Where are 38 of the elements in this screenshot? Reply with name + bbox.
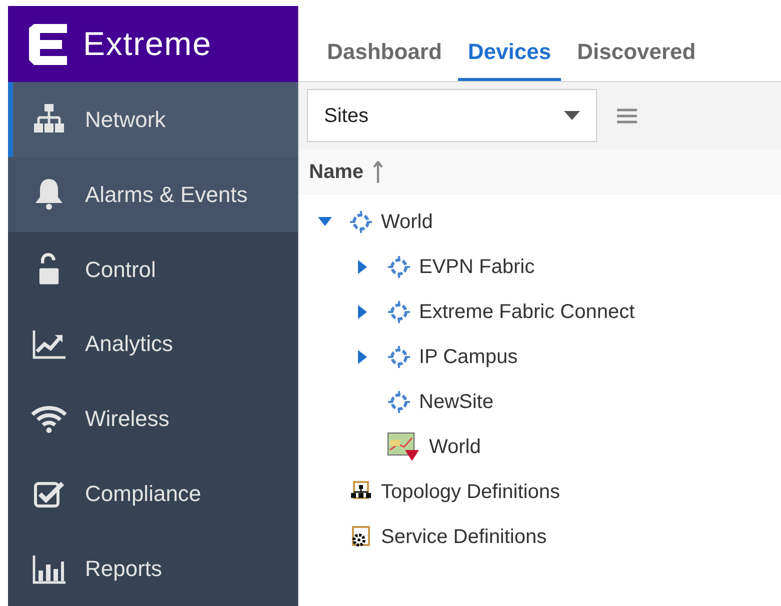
tree-item[interactable]: IP Campus bbox=[419, 342, 518, 372]
dropdown-caret-icon bbox=[564, 110, 580, 120]
brand-name: Extreme bbox=[83, 24, 212, 64]
nav-item[interactable]: Network bbox=[8, 82, 298, 157]
tree-item[interactable]: World bbox=[429, 432, 481, 462]
site-icon bbox=[349, 210, 373, 234]
gear-clipboard-icon bbox=[349, 524, 373, 550]
tree-item[interactable]: Service Definitions bbox=[381, 522, 547, 552]
collapse-caret-icon[interactable] bbox=[318, 216, 332, 226]
column-title: Name bbox=[309, 160, 364, 185]
tab[interactable]: Discovered bbox=[567, 35, 706, 81]
expand-caret-icon[interactable] bbox=[358, 260, 368, 274]
unlocked-padlock-icon bbox=[37, 253, 61, 286]
site-icon bbox=[387, 254, 411, 278]
tree-item[interactable]: Extreme Fabric Connect bbox=[419, 296, 635, 326]
map-icon bbox=[387, 432, 421, 462]
nav-item[interactable]: Alarms & Events bbox=[8, 156, 298, 232]
tree-item[interactable]: World bbox=[381, 206, 433, 236]
nav-label: Reports bbox=[85, 555, 162, 584]
nav-label: Wireless bbox=[85, 405, 170, 434]
nav-label: Analytics bbox=[85, 330, 174, 358]
nav-label: Alarms & Events bbox=[85, 180, 248, 209]
logo-icon bbox=[27, 22, 69, 66]
menu-icon[interactable] bbox=[617, 108, 637, 124]
tab[interactable]: Dashboard bbox=[317, 35, 452, 81]
sites-dropdown[interactable]: Sites bbox=[307, 89, 597, 142]
tree-item[interactable]: Topology Definitions bbox=[381, 476, 560, 506]
tree-item[interactable]: EVPN Fabric bbox=[419, 252, 535, 282]
nav-label: Control bbox=[85, 256, 156, 284]
tree-item[interactable]: NewSite bbox=[419, 386, 494, 416]
expand-caret-icon[interactable] bbox=[358, 350, 368, 364]
site-icon bbox=[387, 344, 411, 368]
column-header[interactable]: Name bbox=[299, 149, 781, 195]
nav-label: Network bbox=[85, 106, 166, 134]
site-icon bbox=[387, 300, 411, 324]
nav-label: Compliance bbox=[85, 480, 202, 508]
expand-caret-icon[interactable] bbox=[358, 304, 368, 318]
site-icon bbox=[387, 390, 411, 414]
